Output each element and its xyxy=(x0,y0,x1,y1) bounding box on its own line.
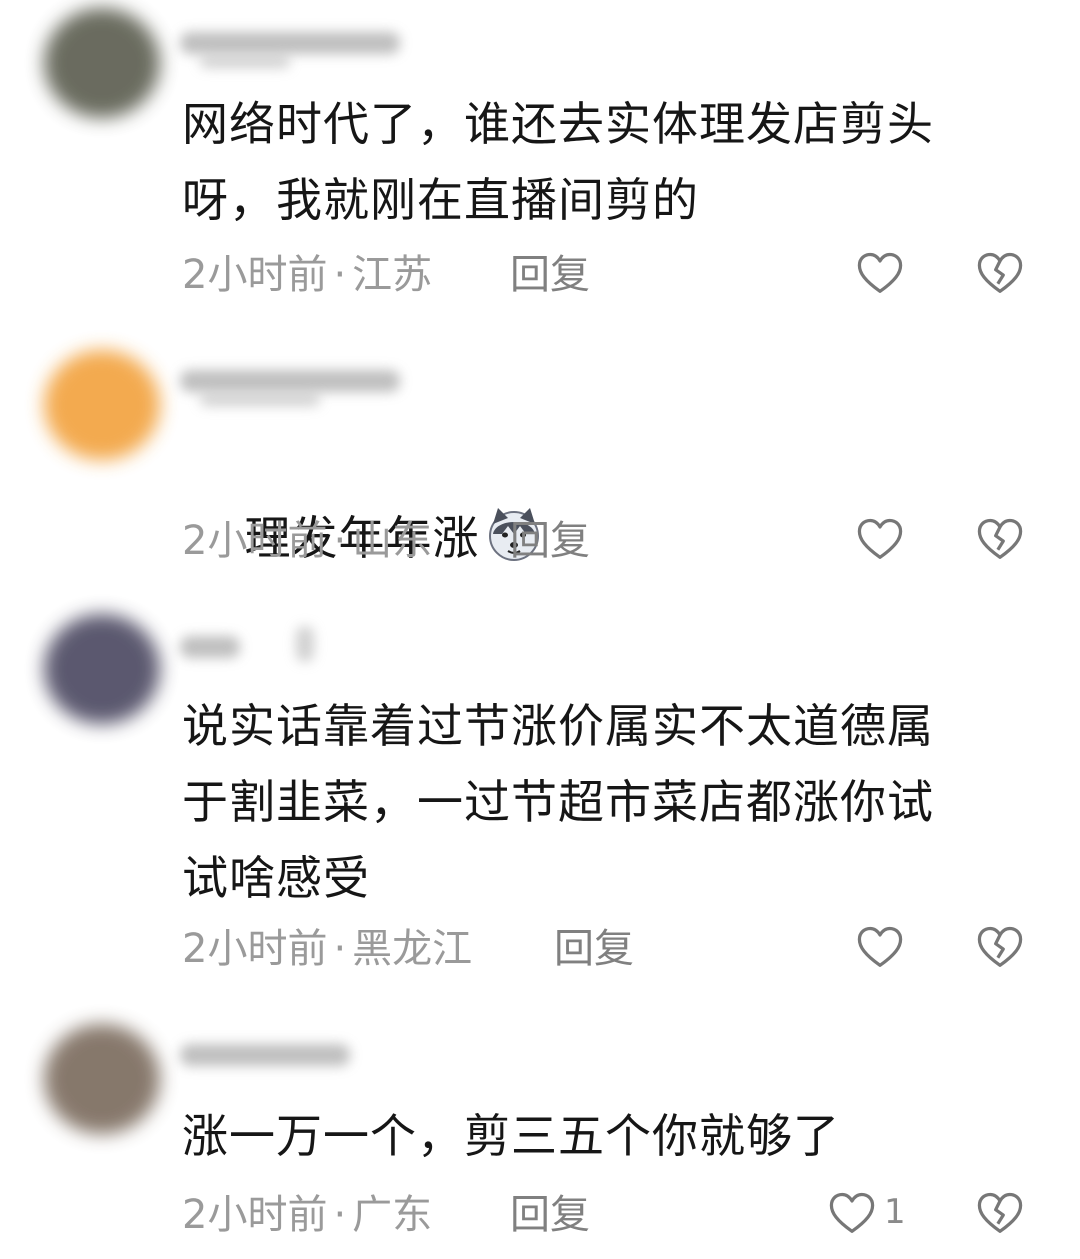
user-badge xyxy=(296,626,314,662)
heart-outline-icon[interactable] xyxy=(826,1188,878,1240)
avatar[interactable] xyxy=(44,8,160,118)
comment-time: 2小时前 xyxy=(182,252,328,298)
reply-button[interactable]: 回复 xyxy=(554,924,634,974)
broken-heart-icon[interactable] xyxy=(974,514,1026,566)
reply-button[interactable]: 回复 xyxy=(510,250,590,300)
username[interactable] xyxy=(180,636,240,658)
comment-text: 说实话靠着过节涨价属实不太道德属 于割韭菜，一过节超市菜店都涨你试 试啥感受 xyxy=(182,699,934,905)
avatar[interactable] xyxy=(44,614,160,724)
broken-heart-icon[interactable] xyxy=(974,248,1026,300)
username[interactable] xyxy=(180,1044,350,1066)
comment-text: 网络时代了，谁还去实体理发店剪头 呀，我就刚在直播间剪的 xyxy=(182,97,934,227)
comment-location: 山东 xyxy=(352,518,433,564)
username[interactable] xyxy=(180,370,400,392)
avatar[interactable] xyxy=(44,350,160,460)
comment-meta: 2小时前 · 山东 xyxy=(182,516,432,566)
meta-separator: · xyxy=(333,518,347,564)
user-subtitle xyxy=(200,394,320,406)
username[interactable] xyxy=(180,32,400,54)
reply-button[interactable]: 回复 xyxy=(510,1190,590,1240)
comment-text: 涨一万一个，剪三五个你就够了 xyxy=(182,1109,840,1163)
comment-location: 黑龙江 xyxy=(352,926,473,972)
comment-time: 2小时前 xyxy=(182,518,328,564)
comment-time: 2小时前 xyxy=(182,1192,328,1238)
reply-button[interactable]: 回复 xyxy=(510,516,590,566)
comment-meta: 2小时前 · 江苏 xyxy=(182,250,432,300)
broken-heart-icon[interactable] xyxy=(974,1188,1026,1240)
comment-meta: 2小时前 · 黑龙江 xyxy=(182,924,472,974)
avatar[interactable] xyxy=(44,1024,160,1134)
meta-separator: · xyxy=(333,926,347,972)
comment-time: 2小时前 xyxy=(182,926,328,972)
heart-outline-icon[interactable] xyxy=(854,514,906,566)
comment-location: 江苏 xyxy=(352,252,433,298)
meta-separator: · xyxy=(333,1192,347,1238)
comment-location: 广东 xyxy=(352,1192,433,1238)
heart-outline-icon[interactable] xyxy=(854,248,906,300)
user-subtitle xyxy=(200,56,290,68)
comment-meta: 2小时前 · 广东 xyxy=(182,1190,432,1240)
heart-outline-icon[interactable] xyxy=(854,922,906,974)
like-count: 1 xyxy=(884,1192,906,1232)
broken-heart-icon[interactable] xyxy=(974,922,1026,974)
meta-separator: · xyxy=(333,252,347,298)
